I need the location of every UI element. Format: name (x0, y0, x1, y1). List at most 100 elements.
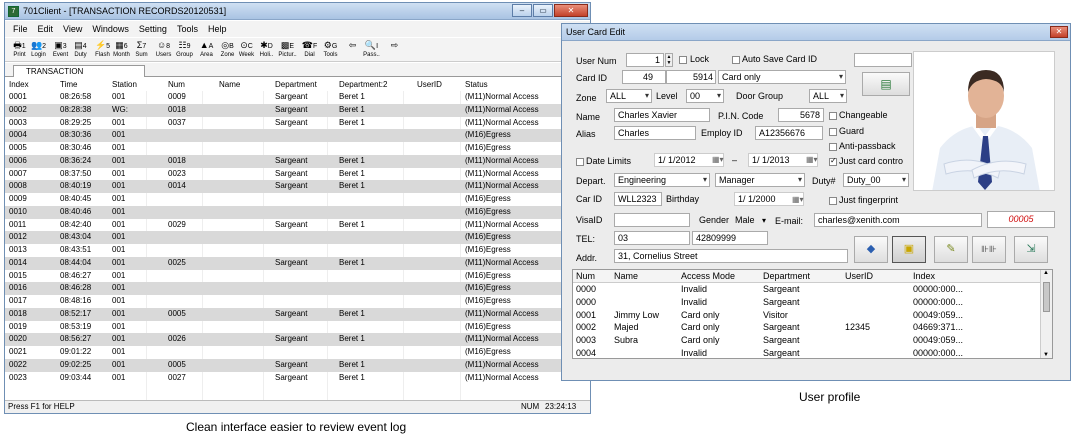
user-list-scrollbar[interactable]: ▲ ▼ (1040, 270, 1052, 358)
column-header-num[interactable]: Num (168, 79, 185, 91)
event-row[interactable]: 0012 08:43:04 001 (M16)Egress (5, 231, 590, 244)
toolbar-week-button[interactable]: ⊙C Week (238, 40, 255, 60)
scroll-thumb[interactable] (1043, 282, 1050, 312)
event-row[interactable]: 0022 09:02:25 001 0005 Sargeant Beret 1 (M11)N… (5, 358, 590, 372)
just-card-control-checkbox[interactable] (829, 156, 837, 166)
event-row[interactable]: 0002 08:28:38 WG: 0018 Sargeant Beret 1 (M11)N… (5, 103, 590, 117)
list-header-num[interactable]: Num (576, 270, 595, 283)
event-row[interactable]: 0015 08:46:27 001 (M16)Egress (5, 270, 590, 283)
card-mode-select[interactable]: Card only (718, 70, 846, 84)
user-list-row[interactable]: 0000 Invalid Sargeant 00000:000... (573, 296, 1040, 309)
toolbar-group-button[interactable]: ☷9 Group (176, 40, 193, 60)
toolbar-users-button[interactable]: ☺8 Users (155, 40, 172, 60)
user-num-spinner[interactable]: ▲ ▼ (665, 53, 673, 67)
toolbar-area-button[interactable]: ▲A Area (198, 40, 215, 60)
dialog-close-button[interactable]: ✕ (1050, 26, 1068, 38)
toolbar-month-button[interactable]: ▦6 Month (113, 40, 130, 60)
event-row[interactable]: 0014 08:44:04 001 0025 Sargeant Beret 1 (M11)N… (5, 256, 590, 270)
gender-select[interactable]: Male (735, 215, 755, 225)
car-id-input[interactable]: WLL2323 (614, 192, 662, 206)
toolbar-dial-button[interactable]: ☎F Dial (301, 40, 318, 60)
auto-save-card-id-checkbox[interactable] (732, 56, 740, 64)
door-group-select[interactable]: ALL (809, 89, 847, 103)
employ-id-input[interactable]: A12356676 (755, 126, 823, 140)
column-header-station[interactable]: Station (112, 79, 137, 91)
exit-button[interactable]: ⇲ (1014, 236, 1048, 263)
column-header-userid[interactable]: UserID (417, 79, 442, 91)
tab-transaction-records[interactable]: TRANSACTION RECORDS20120... (13, 65, 145, 87)
menu-windows[interactable]: Windows (92, 24, 129, 34)
alias-input[interactable]: Charles (614, 126, 696, 140)
menu-help[interactable]: Help (208, 24, 227, 34)
tel-area-input[interactable]: 03 (614, 231, 690, 245)
toolbar-duty-button[interactable]: ▤4 Duty (72, 40, 89, 60)
column-header-status[interactable]: Status (465, 79, 488, 91)
save-button[interactable]: ▣ (892, 236, 926, 263)
event-row[interactable]: 0003 08:29:25 001 0037 Sargeant Beret 1 (M11)N… (5, 117, 590, 130)
event-row[interactable]: 0017 08:48:16 001 (M16)Egress (5, 295, 590, 308)
event-row[interactable]: 0016 08:46:28 001 (M16)Egress (5, 282, 590, 295)
toolbar-zone-button[interactable]: ◎B Zone (219, 40, 236, 60)
column-header-department-2[interactable]: Department:2 (339, 79, 387, 91)
edit-button[interactable]: ✎ (934, 236, 968, 263)
column-header-time[interactable]: Time (60, 79, 77, 91)
zone-select[interactable]: ALL (606, 89, 652, 103)
minimize-button[interactable]: – (512, 4, 532, 17)
card-id-number-input[interactable]: 5914 (666, 70, 716, 84)
column-header-index[interactable]: Index (9, 79, 29, 91)
scroll-up-icon[interactable]: ▲ (1043, 270, 1049, 276)
guard-checkbox[interactable] (829, 128, 837, 136)
toolbar-print-button[interactable]: 🖶1 Print (11, 40, 28, 60)
toolbar-event-button[interactable]: ▣3 Event (52, 40, 69, 60)
toolbar-password-button[interactable]: 🔍I Pass.. (363, 40, 380, 60)
auto-save-field[interactable] (854, 53, 912, 67)
anti-passback-checkbox[interactable] (829, 143, 837, 151)
read-card-button[interactable]: ▤ (862, 72, 910, 96)
event-row[interactable]: 0023 09:03:44 001 0027 Sargeant Beret 1 (M11)N… (5, 372, 590, 385)
list-header-access-mode[interactable]: Access Mode (681, 270, 735, 283)
email-input[interactable]: charles@xenith.com (814, 213, 982, 227)
card-id-site-input[interactable]: 49 (622, 70, 666, 84)
just-fingerprint-checkbox[interactable] (829, 197, 837, 205)
address-input[interactable]: 31, Cornelius Street (614, 249, 848, 263)
lock-checkbox[interactable] (679, 56, 687, 64)
list-header-userid[interactable]: UserID (845, 270, 873, 283)
department-select[interactable]: Engineering (614, 173, 710, 187)
level-select[interactable]: 00 (686, 89, 724, 103)
event-row[interactable]: 0010 08:40:46 001 (M16)Egress (5, 205, 590, 219)
duty-select[interactable]: Duty_00 (843, 173, 909, 187)
event-row[interactable]: 0004 08:30:36 001 (M16)Egress (5, 129, 590, 142)
toolbar-picture-button[interactable]: ▩E Pictur.. (278, 40, 296, 60)
event-row[interactable]: 0005 08:30:46 001 (M16)Egress (5, 142, 590, 155)
user-list-row[interactable]: 0003 Subra Card only Sargeant 00049:059... (573, 334, 1040, 347)
toolbar-back-button[interactable]: ⇦ (344, 40, 361, 60)
event-row[interactable]: 0011 08:42:40 001 0029 Sargeant Beret 1 (M11)N… (5, 219, 590, 232)
close-button[interactable]: ✕ (554, 4, 588, 17)
pin-code-input[interactable]: 5678 (778, 108, 824, 122)
user-num-input[interactable]: 1 (626, 53, 664, 67)
event-row[interactable]: 0006 08:36:24 001 0018 Sargeant Beret 1 (M11)N… (5, 154, 590, 168)
list-header-name[interactable]: Name (614, 270, 638, 283)
scroll-down-icon[interactable]: ▼ (1043, 352, 1049, 358)
menu-tools[interactable]: Tools (177, 24, 198, 34)
list-header-department[interactable]: Department (763, 270, 810, 283)
menu-view[interactable]: View (63, 24, 82, 34)
column-header-name[interactable]: Name (219, 79, 240, 91)
menu-edit[interactable]: Edit (38, 24, 54, 34)
changeable-checkbox[interactable] (829, 112, 837, 120)
event-row[interactable]: 0001 08:26:58 001 0009 Sargeant Beret 1 (M11)N… (5, 91, 590, 104)
event-row[interactable]: 0007 08:37:50 001 0023 Sargeant Beret 1 (M11)N… (5, 168, 590, 181)
position-select[interactable]: Manager (715, 173, 805, 187)
toolbar-flash-button[interactable]: ⚡5 Flash (94, 40, 111, 60)
event-row[interactable]: 0020 08:56:27 001 0026 Sargeant Beret 1 (M11)N… (5, 333, 590, 346)
toolbar-tools-button[interactable]: ⚙G Tools (322, 40, 339, 60)
list-header-index[interactable]: Index (913, 270, 935, 283)
maximize-button[interactable]: ▭ (533, 4, 553, 17)
tel-number-input[interactable]: 42809999 (692, 231, 768, 245)
user-list-row[interactable]: 0001 Jimmy Low Card only Visitor 00049:059..… (573, 309, 1040, 322)
erase-button[interactable]: ◆ (854, 236, 888, 263)
event-row[interactable]: 0008 08:40:19 001 0014 Sargeant Beret 1 (M11)N… (5, 180, 590, 193)
toolbar-login-button[interactable]: 👥2 Login (30, 40, 47, 60)
menu-setting[interactable]: Setting (139, 24, 167, 34)
fingerprint-button[interactable]: ⊪⊪ (972, 236, 1006, 263)
